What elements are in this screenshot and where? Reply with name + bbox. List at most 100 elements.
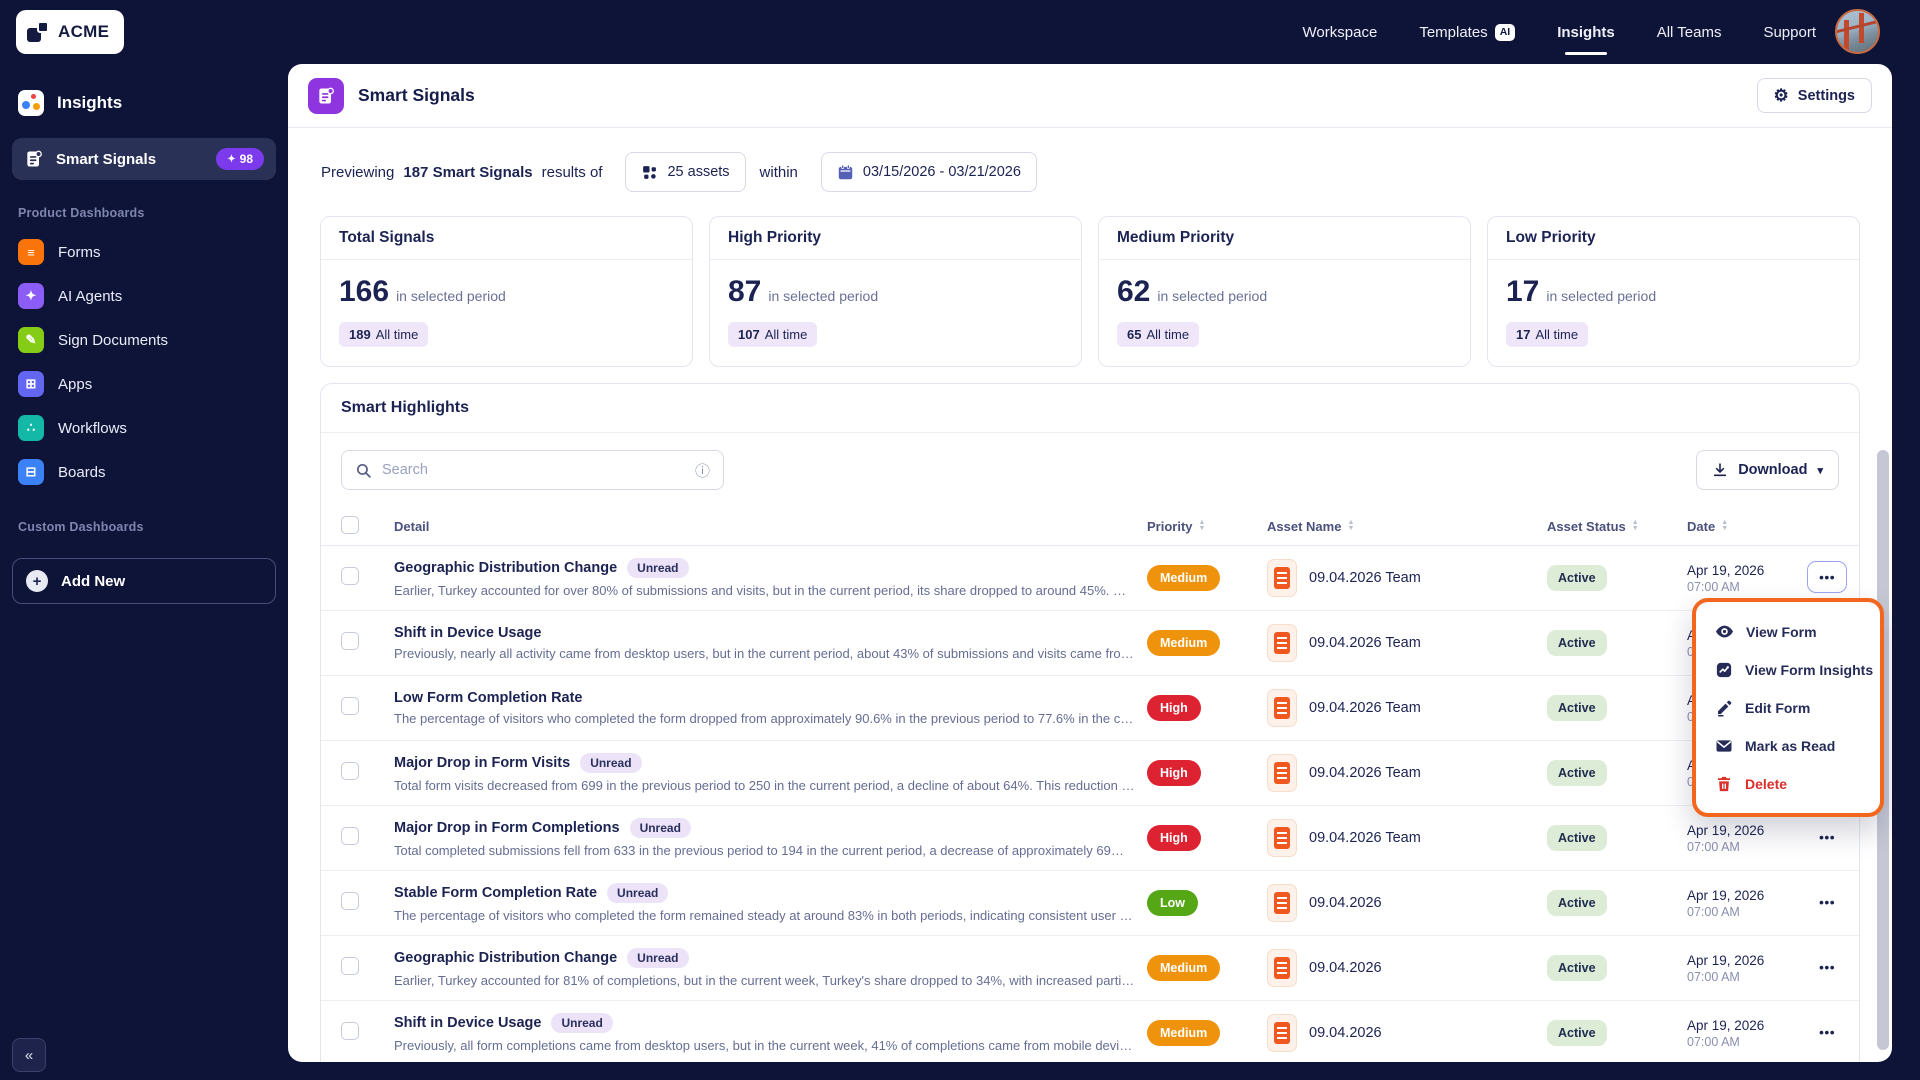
sidebar-item-smart-signals[interactable]: Smart Signals ✦ 98	[12, 138, 276, 180]
row-checkbox[interactable]	[341, 826, 359, 845]
top-nav-workspace[interactable]: Workspace	[1303, 24, 1378, 41]
insights-chart-icon	[1716, 662, 1732, 678]
top-nav-support[interactable]: Support	[1763, 24, 1816, 41]
row-checkbox[interactable]	[341, 566, 359, 585]
row-description: Earlier, Turkey accounted for 81% of com…	[394, 973, 1147, 988]
sort-icon[interactable]	[1347, 520, 1354, 532]
form-icon	[1267, 624, 1297, 662]
smart-highlights-title: Smart Highlights	[321, 384, 1859, 433]
row-checkbox[interactable]	[341, 956, 359, 975]
table-row[interactable]: Shift in Device Usage Unread Previously,…	[321, 1001, 1859, 1062]
row-title: Shift in Device Usage	[394, 625, 542, 641]
sidebar-item-sign-documents[interactable]: ✎ Sign Documents	[0, 318, 288, 362]
row-description: Previously, nearly all activity came fro…	[394, 646, 1147, 661]
unread-badge: Unread	[627, 558, 689, 578]
table-row[interactable]: Major Drop in Form Visits Unread Total f…	[321, 741, 1859, 806]
sort-icon[interactable]	[1632, 520, 1639, 532]
asset-name: 09.04.2026 Team	[1309, 830, 1421, 846]
menu-item-edit-form[interactable]: Edit Form	[1696, 689, 1880, 727]
table-row[interactable]: Geographic Distribution Change Unread Ea…	[321, 546, 1859, 611]
select-all-checkbox[interactable]	[341, 515, 359, 534]
sidebar-collapse-button[interactable]: «	[12, 1038, 46, 1072]
plus-icon: +	[26, 570, 48, 592]
acme-logo[interactable]: ACME	[16, 10, 125, 54]
row-actions-button[interactable]	[1807, 1016, 1847, 1048]
status-badge: Active	[1547, 955, 1607, 981]
download-icon	[1714, 463, 1727, 477]
sidebar-item-workflows[interactable]: ∴ Workflows	[0, 406, 288, 450]
table-row[interactable]: Shift in Device Usage Previously, nearly…	[321, 611, 1859, 676]
row-actions-button[interactable]	[1807, 951, 1847, 983]
form-icon	[1267, 884, 1297, 922]
all-time-label: All time	[1535, 327, 1579, 342]
top-nav: Workspace Templates AI Insights All Team…	[1303, 0, 1816, 64]
sidebar-item-label: Workflows	[58, 419, 127, 437]
row-description: The percentage of visitors who completed…	[394, 711, 1147, 726]
sort-icon[interactable]	[1721, 520, 1728, 532]
table-row[interactable]: Stable Form Completion Rate Unread The p…	[321, 871, 1859, 936]
settings-button[interactable]: ⚙ Settings	[1756, 78, 1872, 113]
top-nav-all-teams[interactable]: All Teams	[1657, 24, 1722, 41]
row-actions-button[interactable]	[1807, 886, 1847, 918]
sidebar-title: Insights	[57, 93, 123, 112]
main-panel: Smart Signals ⚙ Settings Previewing 187 …	[288, 64, 1892, 1062]
assets-grid-icon	[643, 165, 657, 179]
top-nav-label: Workspace	[1302, 23, 1378, 41]
menu-item-mark-as-read[interactable]: Mark as Read	[1696, 727, 1880, 765]
top-nav-insights[interactable]: Insights	[1557, 24, 1615, 55]
row-context-menu: View Form View Form Insights Edit Form M…	[1692, 598, 1884, 817]
status-badge: Active	[1547, 1020, 1607, 1046]
sort-icon[interactable]	[1199, 520, 1206, 532]
add-new-button[interactable]: + Add New	[12, 558, 276, 604]
assets-filter-chip[interactable]: 25 assets	[625, 152, 746, 192]
stat-card: Medium Priority 62 in selected period 65 …	[1098, 216, 1471, 367]
asset-name: 09.04.2026 Team	[1309, 570, 1421, 586]
asset-name: 09.04.2026 Team	[1309, 700, 1421, 716]
sidebar-item-boards[interactable]: ⊟ Boards	[0, 450, 288, 494]
stat-card-title: Medium Priority	[1099, 217, 1470, 260]
all-time-value: 17	[1516, 327, 1531, 342]
sidebar-item-ai-agents[interactable]: ✦ AI Agents	[0, 274, 288, 318]
table-body: Geographic Distribution Change Unread Ea…	[321, 546, 1859, 1062]
table-row[interactable]: Major Drop in Form Completions Unread To…	[321, 806, 1859, 871]
insights-icon	[18, 90, 44, 116]
table-row[interactable]: Geographic Distribution Change Unread Ea…	[321, 936, 1859, 1001]
stat-card: High Priority 87 in selected period 107 A…	[709, 216, 1082, 367]
row-actions-button[interactable]	[1807, 561, 1848, 593]
all-time-label: All time	[764, 327, 808, 342]
priority-badge: High	[1147, 825, 1201, 851]
column-asset-name: Asset Name	[1267, 518, 1342, 534]
row-description: Previously, all form completions came fr…	[394, 1038, 1147, 1053]
preview-count: 187 Smart Signals	[403, 163, 533, 181]
row-checkbox[interactable]	[341, 1021, 359, 1040]
date-range-chip[interactable]: 03/15/2026 - 03/21/2026	[820, 152, 1037, 192]
sidebar-item-forms[interactable]: ≡ Forms	[0, 230, 288, 274]
status-badge: Active	[1547, 890, 1607, 916]
assets-chip-label: 25 assets	[667, 164, 730, 180]
top-nav-templates[interactable]: Templates AI	[1419, 23, 1516, 41]
sidebar-item-apps[interactable]: ⊞ Apps	[0, 362, 288, 406]
table-row[interactable]: Low Form Completion Rate The percentage …	[321, 676, 1859, 741]
menu-item-delete[interactable]: Delete	[1696, 765, 1880, 803]
row-checkbox[interactable]	[341, 696, 359, 715]
menu-item-view-form-insights[interactable]: View Form Insights	[1696, 651, 1880, 689]
avatar[interactable]	[1835, 9, 1880, 54]
top-bar: ACME Workspace Templates AI Insights All…	[0, 0, 1920, 64]
all-time-badge: 65 All time	[1117, 322, 1200, 347]
row-actions-button[interactable]	[1807, 821, 1847, 853]
add-new-label: Add New	[61, 572, 126, 590]
status-badge: Active	[1547, 630, 1607, 656]
row-checkbox[interactable]	[341, 631, 359, 650]
search-box: ⓘ	[341, 450, 724, 490]
section-label-custom-dashboards: Custom Dashboards	[18, 520, 144, 534]
menu-item-view-form[interactable]: View Form	[1696, 612, 1880, 651]
row-date: Apr 19, 2026 07:00 AM	[1687, 1017, 1765, 1049]
download-button[interactable]: Download ▾	[1696, 450, 1839, 490]
row-checkbox[interactable]	[341, 761, 359, 780]
stat-value: 87	[728, 275, 762, 308]
asset-name: 09.04.2026 Team	[1309, 635, 1421, 651]
column-priority: Priority	[1147, 518, 1193, 534]
stat-caption: in selected period	[1157, 288, 1268, 304]
row-checkbox[interactable]	[341, 891, 359, 910]
search-input[interactable]	[382, 462, 685, 478]
